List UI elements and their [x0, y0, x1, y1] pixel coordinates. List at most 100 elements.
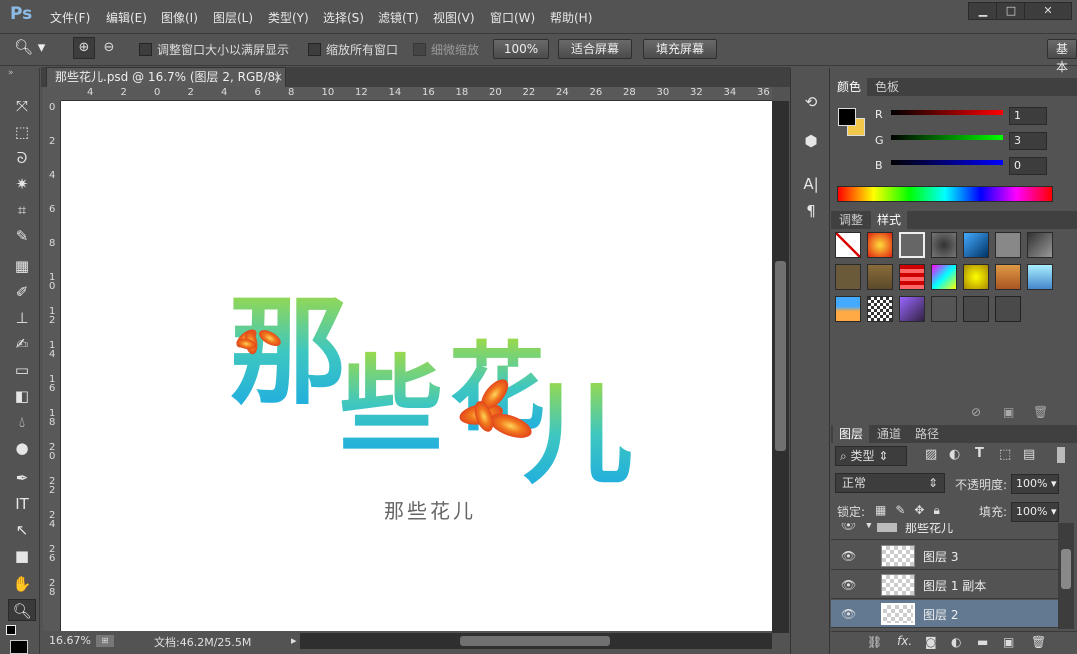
menu-filter[interactable]: 滤镜(T) — [378, 9, 419, 26]
eye-icon[interactable]: 👁︎ — [841, 607, 856, 621]
zoom-out-icon[interactable]: ⊖ — [98, 37, 120, 59]
horizontal-scrollbar[interactable] — [300, 633, 772, 649]
new-layer-icon[interactable]: ▣ — [1003, 635, 1014, 649]
clear-style-icon[interactable]: ⊘ — [971, 405, 981, 419]
fill-screen-button[interactable]: 填充屏幕 — [643, 39, 717, 59]
menu-window[interactable]: 窗口(W) — [490, 9, 535, 26]
blend-mode-select[interactable]: 正常 ⇕ — [835, 473, 945, 493]
hand-tool-icon[interactable]: ✋ — [8, 573, 36, 595]
3d-panel-icon[interactable]: ⬢ — [800, 130, 822, 152]
tab-paths[interactable]: 路径 — [909, 425, 945, 443]
eyedropper-tool-icon[interactable]: ✎ — [8, 225, 36, 247]
eraser-tool-icon[interactable]: ▭ — [8, 359, 36, 381]
menu-image[interactable]: 图像(I) — [161, 9, 198, 26]
vertical-scroll-thumb[interactable] — [775, 261, 786, 451]
new-group-icon[interactable]: ▬ — [977, 635, 988, 649]
filter-toggle[interactable] — [1057, 447, 1065, 463]
style-selected-frame[interactable] — [899, 232, 925, 258]
tab-color[interactable]: 颜色 — [831, 78, 868, 96]
dodge-tool-icon[interactable]: ● — [8, 437, 36, 459]
pen-tool-icon[interactable]: ✒ — [8, 467, 36, 489]
minimize-button[interactable]: ▁ — [968, 2, 998, 20]
style-sky[interactable] — [1027, 264, 1053, 290]
delete-layer-icon[interactable]: 🗑︎ — [1031, 635, 1046, 649]
style-sunset[interactable] — [835, 296, 861, 322]
style-orange[interactable] — [995, 264, 1021, 290]
layer-row-selected[interactable]: 👁︎ 图层 2 — [831, 600, 1058, 628]
type-tool-icon[interactable]: IT — [8, 493, 36, 515]
zoom-tool-icon[interactable]: 🔍︎ — [8, 599, 36, 621]
fill-input[interactable]: 100% ▾ — [1011, 502, 1059, 522]
menu-help[interactable]: 帮助(H) — [550, 9, 592, 26]
style-blue-glass[interactable] — [963, 232, 989, 258]
adjustment-layer-icon[interactable]: ◐ — [951, 635, 961, 649]
workspace-button[interactable]: 基本 — [1047, 39, 1077, 74]
maximize-button[interactable]: □ — [996, 2, 1026, 20]
filter-shape-icon[interactable]: ⬚ — [999, 447, 1011, 462]
filter-pixel-icon[interactable]: ▨ — [925, 447, 937, 462]
style-none[interactable] — [835, 232, 861, 258]
zoom-tool-preset-icon[interactable]: 🔍︎ ▾ — [14, 38, 66, 60]
layer-filter-select[interactable]: ⌕ 类型 ⇕ — [835, 446, 907, 466]
zoom-level[interactable]: 16.67% — [49, 634, 91, 647]
new-style-icon[interactable]: ▣ — [1003, 405, 1014, 419]
style-plain-1[interactable] — [931, 296, 957, 322]
status-menu-arrow-icon[interactable]: ▸ — [291, 634, 297, 647]
menu-edit[interactable]: 编辑(E) — [106, 9, 147, 26]
resize-windows-checkbox[interactable] — [139, 43, 152, 56]
close-tab-icon[interactable]: × — [273, 68, 283, 86]
filter-adjustment-icon[interactable]: ◐ — [949, 447, 960, 462]
g-slider[interactable] — [891, 135, 1003, 140]
menu-file[interactable]: 文件(F) — [50, 9, 90, 26]
layer-row[interactable]: 👁︎ 图层 3 — [831, 542, 1058, 570]
history-panel-icon[interactable]: ⟲ — [800, 91, 822, 113]
menu-select[interactable]: 选择(S) — [323, 9, 364, 26]
blur-tool-icon[interactable]: 💧︎ — [8, 411, 36, 433]
style-red-stripes[interactable] — [899, 264, 925, 290]
filter-type-icon[interactable]: T — [975, 446, 984, 461]
document-tab[interactable]: 那些花儿.psd @ 16.7% (图层 2, RGB/8) × — [46, 67, 286, 87]
delete-style-icon[interactable]: 🗑︎ — [1033, 405, 1048, 419]
zoom-all-checkbox[interactable] — [308, 43, 321, 56]
b-slider[interactable] — [891, 160, 1003, 165]
foreground-color-swatch[interactable] — [10, 640, 28, 654]
default-colors-icon[interactable] — [6, 625, 16, 635]
healing-brush-tool-icon[interactable]: ▦ — [8, 255, 36, 277]
status-icon[interactable]: ⊞ — [96, 635, 114, 647]
brush-tool-icon[interactable]: ✐ — [8, 281, 36, 303]
marquee-tool-icon[interactable]: ⬚ — [8, 121, 36, 143]
add-mask-icon[interactable]: ◙ — [925, 635, 937, 649]
move-tool-icon[interactable]: ⤧ — [8, 95, 36, 117]
b-value[interactable]: 0 — [1009, 157, 1047, 175]
style-bronze[interactable] — [835, 264, 861, 290]
eye-icon[interactable]: 👁︎ — [841, 523, 856, 532]
style-rainbow[interactable] — [931, 264, 957, 290]
actual-pixels-button[interactable]: 100% — [493, 39, 549, 59]
style-red-glow[interactable] — [867, 232, 893, 258]
character-panel-icon[interactable]: A| — [800, 173, 822, 195]
path-selection-tool-icon[interactable]: ↖ — [8, 519, 36, 541]
gradient-tool-icon[interactable]: ◧ — [8, 385, 36, 407]
horizontal-scroll-thumb[interactable] — [460, 636, 610, 646]
r-slider[interactable] — [891, 110, 1003, 115]
layer-group-row[interactable]: 👁︎ ▼ 那些花儿 — [831, 523, 1058, 540]
layers-scrollbar[interactable] — [1058, 523, 1074, 629]
zoom-in-icon[interactable]: ⊕ — [73, 37, 95, 59]
layers-scroll-thumb[interactable] — [1061, 549, 1071, 589]
style-gray[interactable] — [995, 232, 1021, 258]
fx-icon[interactable]: fx. — [897, 634, 912, 648]
opacity-input[interactable]: 100% ▾ — [1011, 474, 1059, 494]
menu-view[interactable]: 视图(V) — [433, 9, 475, 26]
style-gold[interactable] — [963, 264, 989, 290]
crop-tool-icon[interactable]: ⌗ — [8, 199, 36, 221]
tab-adjustments[interactable]: 调整 — [833, 211, 869, 229]
style-checker[interactable] — [867, 296, 893, 322]
style-dark-bevel[interactable] — [1027, 232, 1053, 258]
close-window-button[interactable]: ✕ — [1024, 2, 1072, 20]
canvas[interactable]: 那 些 花 儿 那些花儿 — [61, 101, 772, 631]
foreground-color[interactable] — [838, 108, 856, 126]
eye-icon[interactable]: 👁︎ — [841, 578, 856, 592]
tab-channels[interactable]: 通道 — [871, 425, 907, 443]
fit-screen-button[interactable]: 适合屏幕 — [558, 39, 632, 59]
tab-layers[interactable]: 图层 — [833, 425, 870, 443]
